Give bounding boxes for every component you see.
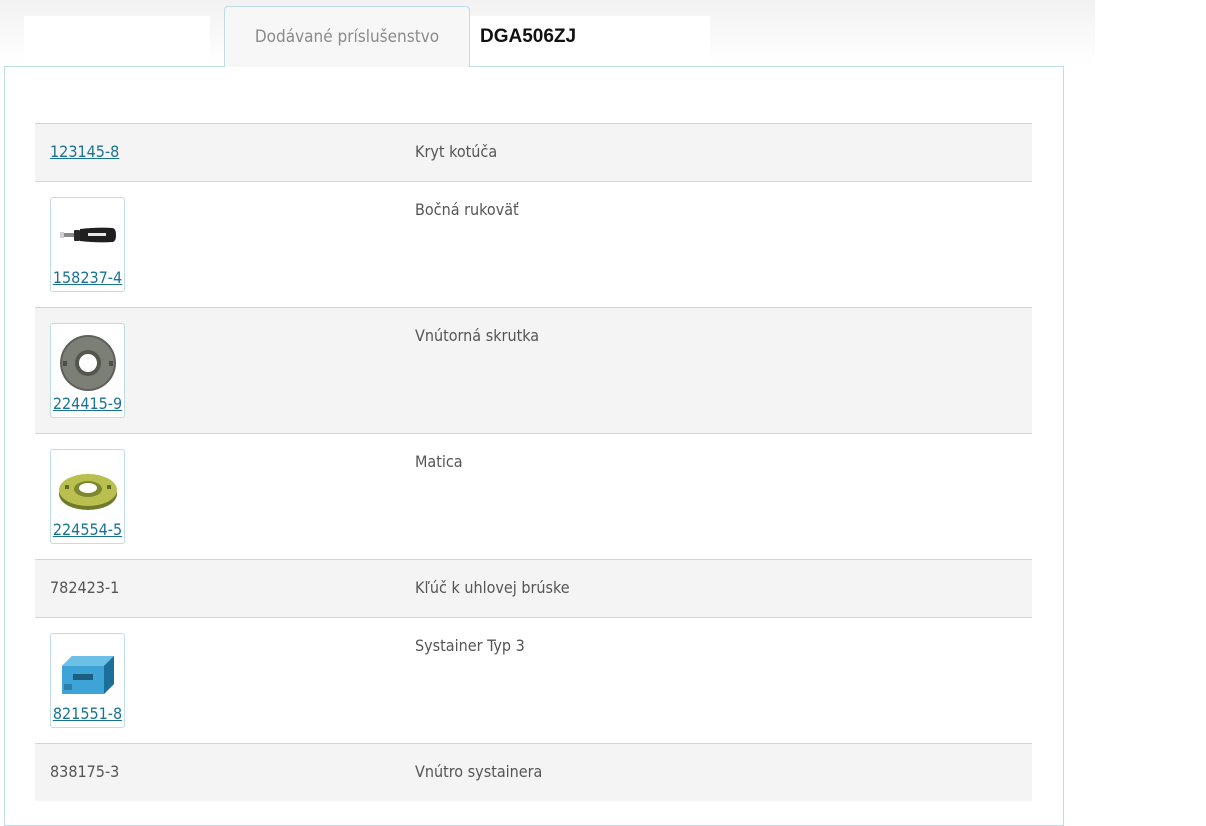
accessory-thumbnail[interactable]: 158237-4 [50,197,125,292]
model-name: DGA506ZJ [470,16,710,66]
accessory-thumbnail[interactable]: 821551-8 [50,633,125,728]
inner-flange-icon [60,335,116,391]
table-row: 224554-5 Matica [35,433,1032,559]
table-row: 123145-8 Kryt kotúča [35,123,1032,181]
accessory-thumbnail[interactable]: 224415-9 [50,323,125,418]
accessory-code-link[interactable]: 123145-8 [50,142,119,161]
systainer-case-icon [62,656,114,694]
tab-spacer [24,16,210,66]
side-handle-icon [60,227,116,243]
table-row: 838175-3 Vnútro systainera [35,743,1032,801]
table-row: 224415-9 Vnútorná skrutka [35,307,1032,433]
table-row: 821551-8 Systainer Typ 3 [35,617,1032,743]
accessory-description: Vnútorná skrutka [415,326,540,345]
table-row: 158237-4 Bočná rukoväť [35,181,1032,307]
accessory-description: Bočná rukoväť [415,200,519,219]
accessories-table: 123145-8 Kryt kotúča 158237-4 Bočná ruko… [35,123,1032,801]
accessory-description: Kryt kotúča [415,142,498,161]
accessories-panel: 123145-8 Kryt kotúča 158237-4 Bočná ruko… [4,66,1064,826]
table-row: 782423-1 Kľúč k uhlovej brúske [35,559,1032,617]
accessory-code-link[interactable]: 224554-5 [51,520,124,539]
accessory-code-link[interactable]: 821551-8 [51,704,124,723]
accessory-code: 782423-1 [50,578,120,597]
accessory-description: Kľúč k uhlovej brúske [415,578,570,597]
accessory-code-link[interactable]: 158237-4 [51,268,124,287]
tab-label: Dodávané príslušenstvo [254,27,440,47]
tab-supplied-accessories[interactable]: Dodávané príslušenstvo [224,6,470,67]
accessory-description: Vnútro systainera [415,762,543,781]
accessory-description: Matica [415,452,463,471]
accessory-thumbnail[interactable]: 224554-5 [50,449,125,544]
accessory-code-link[interactable]: 224415-9 [51,394,124,413]
lock-nut-icon [59,474,117,510]
accessory-description: Systainer Typ 3 [415,636,525,655]
accessory-code: 838175-3 [50,762,120,781]
